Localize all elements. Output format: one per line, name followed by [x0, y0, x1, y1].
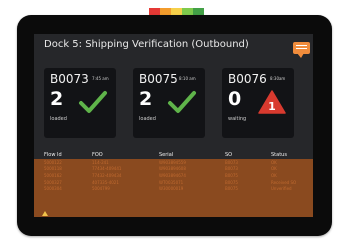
cell-status: OK — [271, 172, 277, 178]
alert-icon: 1 — [258, 90, 286, 114]
cell-serial: W903894559 — [159, 159, 186, 165]
shipment-id: B0076 — [228, 72, 267, 86]
table-row[interactable]: 5000327 407335-4021 WT0035071 B0075 Rece… — [34, 179, 313, 186]
page-title: Dock 5: Shipping Verification (Outbound) — [44, 39, 249, 50]
cell-serial: W903894674 — [159, 172, 186, 178]
shipment-id: B0073 — [50, 72, 89, 86]
column-header-foo[interactable]: FOO — [84, 152, 137, 158]
shipment-id: B0075 — [139, 72, 178, 86]
check-icon — [168, 91, 196, 113]
shipment-state: waiting — [228, 116, 247, 122]
column-header-serial[interactable]: Serial — [137, 152, 207, 158]
cell-foo: 407335-4021 — [92, 179, 119, 185]
cell-so: B0073 — [225, 159, 238, 165]
cell-foo: 5004799 — [92, 186, 110, 192]
shipment-time: 8:30am — [270, 76, 286, 81]
table-header: Flow Id FOO Serial SO Status — [34, 150, 313, 159]
cell-so: B0073 — [225, 166, 238, 172]
cell-status: OK — [271, 166, 277, 172]
shipment-time: 8:10 am — [179, 76, 196, 81]
cell-flow-id: 5000327 — [44, 179, 62, 185]
shipment-count: 2 — [50, 88, 64, 110]
shipment-card-3[interactable]: B0076 8:30am 0 waiting 1 — [222, 68, 294, 138]
cell-flow-id: 5000122 — [44, 159, 62, 165]
shipment-time: 7:45 am — [92, 76, 109, 81]
warning-icon — [42, 211, 48, 216]
shipment-count: 0 — [228, 88, 242, 110]
cell-so: B0075 — [225, 179, 238, 185]
cell-so: B0075 — [225, 186, 238, 192]
table-row[interactable]: 5000118 77434-409441 W903894608 B0073 OK — [34, 166, 313, 173]
cell-flow-id: 5000304 — [44, 186, 62, 192]
column-header-status[interactable]: Status — [265, 152, 313, 158]
shipment-table: 5000122 114-241 W903894559 B0073 OK 5000… — [34, 159, 313, 217]
chat-icon[interactable] — [293, 42, 310, 58]
cell-serial: WT0035071 — [159, 179, 184, 185]
shipment-state: loaded — [139, 116, 156, 122]
check-icon — [79, 91, 107, 113]
tablet-screen: Dock 5: Shipping Verification (Outbound)… — [34, 34, 313, 217]
shipment-state: loaded — [50, 116, 67, 122]
cell-status: Unverified — [271, 186, 292, 192]
shipment-count: 2 — [139, 88, 153, 110]
cell-foo: 114-241 — [92, 159, 109, 165]
table-row[interactable]: 5000304 5004799 W30000019 B0075 Unverifi… — [34, 185, 313, 192]
column-header-so[interactable]: SO — [207, 152, 265, 158]
column-header-flow-id[interactable]: Flow Id — [34, 152, 84, 158]
alert-count: 1 — [268, 100, 276, 113]
cell-serial: W903894608 — [159, 166, 186, 172]
cell-status: OK — [271, 159, 277, 165]
cell-flow-id: 5000162 — [44, 172, 62, 178]
table-row[interactable]: 5000122 114-241 W903894559 B0073 OK — [34, 159, 313, 166]
cell-status: Received SO — [271, 179, 297, 185]
table-row[interactable]: 5000162 77432-409434 W903894674 B0075 OK — [34, 172, 313, 179]
cell-flow-id: 5000118 — [44, 166, 62, 172]
cell-foo: 77434-409441 — [92, 166, 122, 172]
shipment-card-1[interactable]: B0073 7:45 am 2 loaded — [44, 68, 116, 138]
cell-foo: 77432-409434 — [92, 172, 122, 178]
cell-so: B0075 — [225, 172, 238, 178]
cell-serial: W30000019 — [159, 186, 184, 192]
shipment-card-2[interactable]: B0075 8:10 am 2 loaded — [133, 68, 205, 138]
